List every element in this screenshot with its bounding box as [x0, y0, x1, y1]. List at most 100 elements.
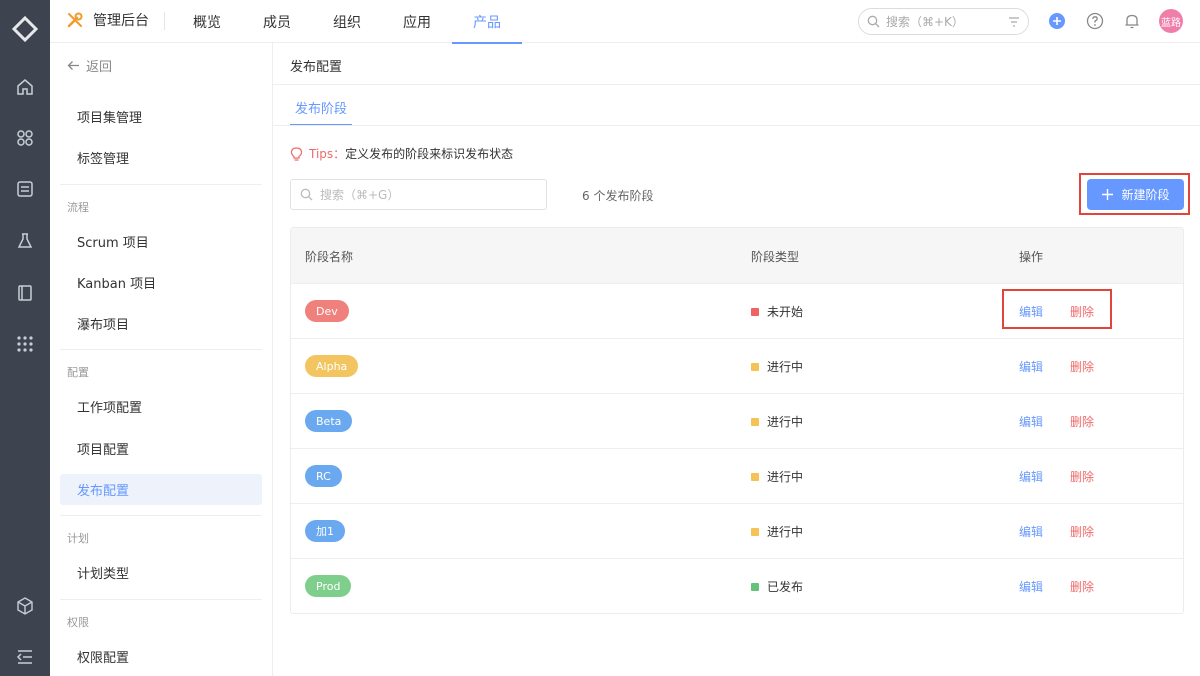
stage-type-label: 未开始 [767, 305, 804, 319]
tips-banner: Tips： 定义发布的阶段来标识发布状态 [290, 145, 513, 162]
nav-tab-overview[interactable]: 概览 [172, 0, 242, 43]
sidebar-group-process: 流程 [67, 201, 89, 214]
status-square-icon [751, 362, 759, 371]
sidebar-group-config: 配置 [67, 366, 89, 379]
apps-icon[interactable] [14, 127, 36, 149]
stage-name-badge: Prod [305, 575, 352, 597]
global-search-placeholder: 搜索（⌘+K） [886, 15, 964, 29]
nav-tab-product[interactable]: 产品 [452, 0, 522, 44]
stage-type-label: 已发布 [767, 580, 804, 594]
stage-name-badge: 加1 [305, 520, 345, 542]
edit-link[interactable]: 编辑 [1019, 413, 1043, 430]
table-row: Dev 未开始 编辑 删除 [291, 283, 1183, 338]
edit-link[interactable]: 编辑 [1019, 578, 1043, 595]
table-row: Alpha 进行中 编辑 删除 [291, 338, 1183, 393]
sidebar-divider [60, 184, 262, 185]
stage-type-label: 进行中 [767, 415, 804, 429]
brand-divider [164, 12, 165, 30]
plus-icon [1102, 189, 1114, 200]
delete-link[interactable]: 删除 [1070, 303, 1094, 320]
flask-icon[interactable] [14, 230, 36, 252]
global-search-input[interactable]: 搜索（⌘+K） [858, 8, 1029, 35]
new-stage-button[interactable]: 新建阶段 [1087, 179, 1184, 210]
app-brand: 管理后台 [66, 10, 149, 30]
arrow-left-icon [67, 61, 79, 70]
task-list-icon[interactable] [14, 178, 36, 200]
stage-type: 已发布 [751, 578, 803, 595]
sidebar-item-permission-config[interactable]: 权限配置 [60, 641, 262, 672]
search-icon [867, 15, 880, 28]
table-row: 加1 进行中 编辑 删除 [291, 503, 1183, 558]
sidebar-item-tag-management[interactable]: 标签管理 [60, 142, 262, 173]
stage-count: 6 个发布阶段 [582, 189, 654, 203]
stage-name-badge: Dev [305, 300, 349, 322]
status-square-icon [751, 417, 759, 426]
sidebar-item-project-config[interactable]: 项目配置 [60, 433, 262, 464]
home-icon[interactable] [14, 76, 36, 98]
sidebar-item-release-config[interactable]: 发布配置 [60, 474, 262, 505]
stage-search-input[interactable]: 搜索（⌘+G） [290, 179, 547, 210]
delete-link[interactable]: 删除 [1070, 358, 1094, 375]
stage-type: 未开始 [751, 303, 803, 320]
sidebar: 返回 项目集管理 标签管理 流程 Scrum 项目 Kanban 项目 瀑布项目… [50, 43, 273, 676]
grid-dots-icon[interactable] [14, 333, 36, 355]
back-label: 返回 [86, 60, 113, 75]
user-avatar[interactable]: 蓝路 [1159, 9, 1183, 33]
help-icon[interactable] [1085, 11, 1105, 31]
delete-link[interactable]: 删除 [1070, 578, 1094, 595]
top-bar: 管理后台 概览 成员 组织 应用 产品 搜索（⌘+K） 蓝路 [50, 0, 1200, 44]
stage-type-label: 进行中 [767, 360, 804, 374]
edit-link[interactable]: 编辑 [1019, 303, 1043, 320]
stage-type: 进行中 [751, 468, 803, 485]
filter-icon[interactable] [1008, 16, 1020, 28]
title-divider [273, 84, 1200, 85]
sidebar-item-plan-types[interactable]: 计划类型 [60, 557, 262, 588]
tools-icon [67, 12, 83, 28]
edit-link[interactable]: 编辑 [1019, 468, 1043, 485]
delete-link[interactable]: 删除 [1070, 413, 1094, 430]
table-row: Prod 已发布 编辑 删除 [291, 558, 1183, 613]
tab-release-stages[interactable]: 发布阶段 [290, 98, 352, 126]
sidebar-item-kanban[interactable]: Kanban 项目 [60, 267, 262, 298]
stage-type: 进行中 [751, 523, 803, 540]
nav-tab-organization[interactable]: 组织 [312, 0, 382, 43]
table-row: RC 进行中 编辑 删除 [291, 448, 1183, 503]
nav-tab-members[interactable]: 成员 [242, 0, 312, 43]
back-link[interactable]: 返回 [67, 56, 112, 75]
status-square-icon [751, 582, 759, 591]
stage-type-label: 进行中 [767, 525, 804, 539]
sidebar-group-plan: 计划 [67, 532, 89, 545]
nav-tab-apps[interactable]: 应用 [382, 0, 452, 43]
add-circle-icon[interactable] [1047, 11, 1067, 31]
sidebar-divider [60, 349, 262, 350]
bell-icon[interactable] [1122, 11, 1142, 31]
delete-link[interactable]: 删除 [1070, 523, 1094, 540]
cube-icon[interactable] [14, 595, 36, 617]
stage-type-label: 进行中 [767, 470, 804, 484]
left-rail [0, 0, 50, 676]
edit-link[interactable]: 编辑 [1019, 523, 1043, 540]
sidebar-item-program-management[interactable]: 项目集管理 [60, 101, 262, 132]
delete-link[interactable]: 删除 [1070, 468, 1094, 485]
page-title: 发布配置 [290, 60, 343, 75]
stage-type: 进行中 [751, 358, 803, 375]
sidebar-item-waterfall[interactable]: 瀑布项目 [60, 308, 262, 339]
search-icon [300, 188, 313, 201]
menu-collapse-icon[interactable] [14, 646, 36, 668]
edit-link[interactable]: 编辑 [1019, 358, 1043, 375]
sidebar-item-scrum[interactable]: Scrum 项目 [60, 226, 262, 257]
stage-name-badge: Beta [305, 410, 353, 432]
sidebar-divider [60, 515, 262, 516]
top-nav: 概览 成员 组织 应用 产品 [172, 0, 522, 44]
stage-name-badge: Alpha [305, 355, 359, 377]
logo-icon[interactable] [12, 16, 38, 42]
app-title: 管理后台 [93, 13, 149, 29]
tips-text: 定义发布的阶段来标识发布状态 [345, 147, 514, 161]
new-stage-label: 新建阶段 [1121, 188, 1170, 202]
book-icon[interactable] [14, 282, 36, 304]
tab-divider [273, 125, 1200, 126]
lightbulb-icon [290, 146, 303, 161]
status-square-icon [751, 527, 759, 536]
stage-name-badge: RC [305, 465, 342, 487]
sidebar-item-workitem-config[interactable]: 工作项配置 [60, 391, 262, 422]
